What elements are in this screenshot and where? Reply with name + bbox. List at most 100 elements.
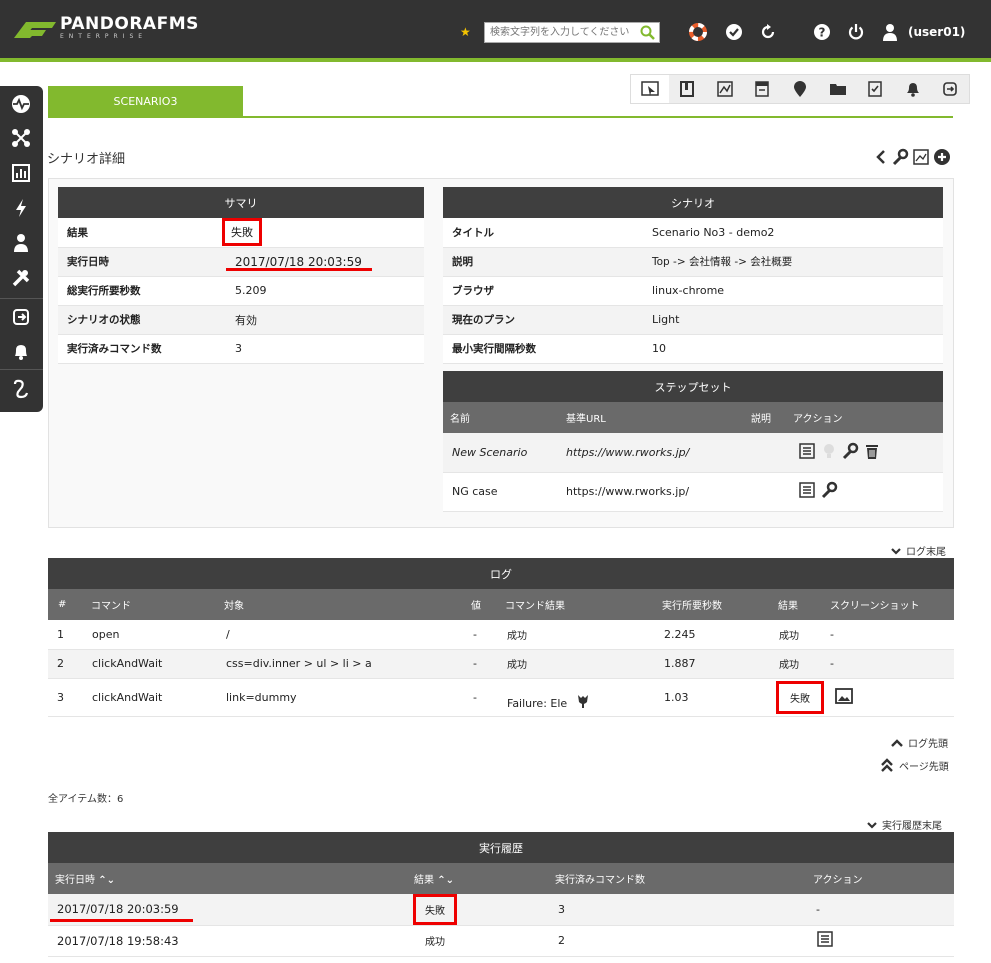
topology-icon[interactable] — [10, 127, 32, 149]
add-circle-icon[interactable] — [933, 148, 951, 166]
user-icon[interactable] — [880, 22, 900, 42]
summary-title: サマリ — [58, 187, 424, 218]
toolbar-book-button[interactable] — [669, 75, 707, 103]
chevron-left-icon[interactable] — [874, 148, 888, 166]
log-result: 成功 — [766, 620, 823, 650]
stepset-url: https://www.rworks.jp/ — [559, 472, 744, 512]
help-icon[interactable]: ? — [812, 22, 832, 42]
toolbar-checklist-button[interactable] — [856, 75, 894, 103]
log-num: 3 — [48, 678, 86, 717]
toolbar-location-button[interactable] — [781, 75, 819, 103]
tab-scenario[interactable]: SCENARIO3 — [48, 86, 243, 117]
list-icon[interactable] — [798, 442, 816, 460]
tab-underline — [48, 116, 953, 118]
tools-icon[interactable] — [10, 267, 32, 289]
scenario-label: 最小実行間隔秒数 — [443, 334, 643, 364]
book-icon — [680, 81, 695, 97]
bug-icon[interactable] — [575, 693, 591, 709]
history-result: 成功 — [407, 925, 548, 957]
search-input[interactable] — [485, 23, 635, 42]
stepset-row: NG case https://www.rworks.jp/ — [443, 472, 943, 512]
scenario-label: ブラウザ — [443, 276, 643, 306]
page-top-link[interactable]: ページ先頭 — [879, 757, 949, 773]
sort-icon[interactable]: ⌃⌄ — [98, 875, 115, 886]
lifebuoy-icon[interactable] — [688, 22, 708, 42]
user-icon[interactable] — [10, 232, 32, 254]
search-icon[interactable] — [640, 25, 655, 40]
toolbar-chart-button[interactable] — [706, 75, 744, 103]
summary-date-value: 2017/07/18 20:03:59 — [213, 247, 424, 277]
list-icon[interactable] — [816, 930, 834, 948]
user-name[interactable]: (user01) — [908, 25, 965, 39]
scenario-value: 10 — [643, 334, 943, 364]
screenshot-image-icon[interactable] — [835, 687, 853, 705]
logout-box-icon[interactable] — [10, 306, 32, 328]
reports-icon[interactable] — [10, 162, 32, 184]
log-target: link=dummy — [217, 678, 464, 717]
col-header: 実行済みコマンド数 — [548, 863, 806, 894]
wrench-icon[interactable] — [891, 148, 909, 166]
col-header: 名前 — [443, 402, 559, 433]
log-command: clickAndWait — [86, 678, 217, 717]
toolbar-folder-button[interactable] — [819, 75, 857, 103]
col-header: アクション — [806, 863, 954, 894]
chart-icon — [717, 81, 733, 97]
col-header: コマンド — [86, 589, 217, 620]
history-action: - — [806, 894, 954, 926]
history-count: 3 — [548, 894, 806, 926]
toolbar-alert-button[interactable] — [894, 75, 932, 103]
toolbar-logout-button[interactable] — [932, 75, 970, 103]
col-header: コマンド結果 — [498, 589, 650, 620]
checklist-icon — [868, 81, 882, 97]
col-header[interactable]: 実行日時 ⌃⌄ — [48, 863, 407, 894]
monitoring-icon[interactable] — [10, 93, 32, 115]
col-header: 結果 — [766, 589, 823, 620]
scenario-label: タイトル — [443, 218, 643, 248]
history-result: 失敗 — [413, 893, 457, 925]
lightbulb-icon[interactable] — [820, 442, 838, 460]
log-table: ログ # コマンド 対象 値 コマンド結果 実行所要秒数 結果 スクリーンショッ… — [48, 558, 954, 717]
history-end-label: 実行履歴末尾 — [882, 821, 942, 832]
wrench-icon[interactable] — [820, 481, 838, 499]
toolbar-form-button[interactable] — [744, 75, 782, 103]
log-value: - — [464, 620, 498, 650]
chevron-down-icon — [891, 547, 901, 555]
link-icon[interactable] — [10, 378, 32, 400]
log-secs: 1.03 — [650, 678, 766, 717]
history-row: 2017/07/18 19:58:43 成功 2 — [48, 925, 954, 957]
summary-value: 有効 — [213, 305, 424, 335]
form-icon — [755, 81, 770, 97]
history-end-link[interactable]: 実行履歴末尾 — [866, 817, 942, 832]
scenario-table: シナリオ タイトル Scenario No3 - demo2 説明 Top -> 会… — [443, 187, 943, 364]
image-chart-icon[interactable] — [912, 148, 930, 166]
log-cmd-result: 成功 — [498, 620, 650, 650]
list-icon[interactable] — [798, 481, 816, 499]
scenario-label: 現在のプラン — [443, 305, 643, 335]
log-result: 成功 — [766, 649, 823, 679]
summary-label: シナリオの状態 — [58, 305, 213, 335]
power-icon[interactable] — [846, 22, 866, 42]
summary-result-value: 失敗 — [222, 218, 262, 247]
events-bolt-icon[interactable] — [10, 197, 32, 219]
summary-label: 実行日時 — [58, 247, 213, 277]
sort-icon[interactable]: ⌃⌄ — [437, 875, 454, 886]
bell-icon[interactable] — [10, 340, 32, 362]
toolbar-view-button[interactable] — [631, 75, 669, 103]
col-header[interactable]: 結果 ⌃⌄ — [407, 863, 548, 894]
logo[interactable]: PANDORAFMS ENTERPRISE — [12, 16, 199, 41]
history-date: 2017/07/18 19:58:43 — [48, 925, 407, 957]
svg-text:?: ? — [819, 26, 826, 40]
summary-label: 総実行所要秒数 — [58, 276, 213, 306]
wrench-icon[interactable] — [841, 442, 859, 460]
check-circle-icon[interactable] — [724, 22, 744, 42]
log-end-link[interactable]: ログ末尾 — [890, 543, 946, 558]
log-top-link[interactable]: ログ先頭 — [890, 735, 948, 750]
refresh-icon[interactable] — [758, 22, 778, 42]
trash-icon[interactable] — [863, 442, 881, 460]
log-title: ログ — [48, 558, 954, 589]
folder-icon — [829, 84, 846, 95]
stepset-title: ステップセット — [443, 371, 943, 402]
star-icon[interactable]: ★ — [460, 25, 471, 39]
col-header: 基準URL — [559, 402, 744, 433]
page-title: シナリオ詳細 — [47, 152, 126, 167]
